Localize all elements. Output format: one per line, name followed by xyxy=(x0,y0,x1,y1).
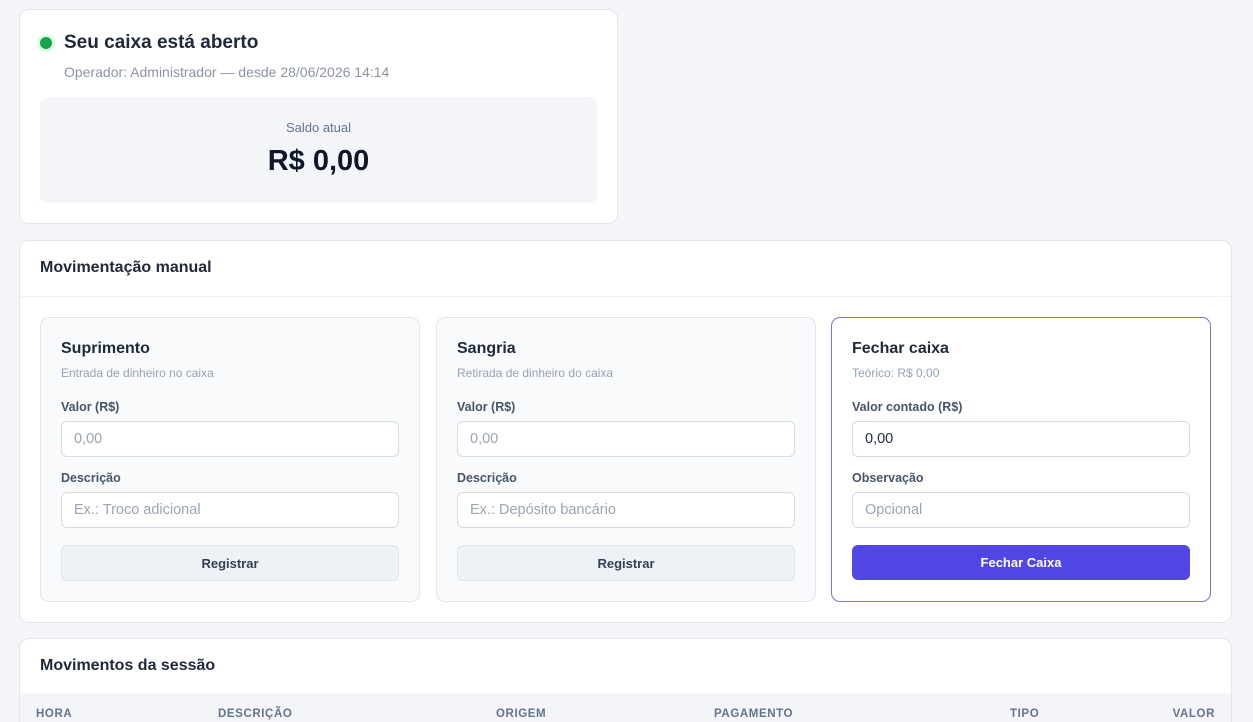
cash-status-subtitle: Operador: Administrador — desde 28/06/20… xyxy=(64,64,390,80)
observation-label: Observação xyxy=(852,471,924,485)
close-cash-button[interactable]: Fechar Caixa xyxy=(852,545,1190,580)
suprimento-description-label: Descrição xyxy=(61,471,121,485)
manual-movement-header: Movimentação manual xyxy=(20,241,1231,297)
observation-input[interactable] xyxy=(852,492,1190,528)
column-header-valor[interactable]: VALOR xyxy=(1173,708,1215,720)
suprimento-value-input[interactable] xyxy=(61,421,399,457)
theoretical-balance: Teórico: R$ 0,00 xyxy=(852,366,940,380)
balance-value: R$ 0,00 xyxy=(267,145,370,177)
suprimento-panel: Suprimento Entrada de dinheiro no caixa … xyxy=(40,317,420,602)
manual-movement-title: Movimentação manual xyxy=(40,259,212,276)
sangria-title: Sangria xyxy=(457,340,516,357)
sangria-description-input[interactable] xyxy=(457,492,795,528)
movements-table-header: HORA DESCRIÇÃO ORIGEM PAGAMENTO TIPO VAL… xyxy=(20,693,1231,722)
suprimento-description-input[interactable] xyxy=(61,492,399,528)
session-movements-title: Movimentos da sessão xyxy=(40,657,216,674)
counted-value-input[interactable] xyxy=(852,421,1190,457)
column-header-tipo[interactable]: TIPO xyxy=(1010,708,1039,720)
manual-movement-card: Movimentação manual Suprimento Entrada d… xyxy=(19,240,1232,623)
session-movements-card: Movimentos da sessão HORA DESCRIÇÃO ORIG… xyxy=(19,638,1232,722)
suprimento-value-label: Valor (R$) xyxy=(61,400,120,414)
sangria-description-label: Descrição xyxy=(457,471,517,485)
close-cash-panel: Fechar caixa Teórico: R$ 0,00 Valor cont… xyxy=(831,317,1211,602)
suprimento-subtitle: Entrada de dinheiro no caixa xyxy=(61,366,214,380)
sangria-value-label: Valor (R$) xyxy=(457,400,516,414)
counted-value-label: Valor contado (R$) xyxy=(852,400,963,414)
sangria-subtitle: Retirada de dinheiro do caixa xyxy=(457,366,614,380)
sangria-register-button[interactable]: Registrar xyxy=(457,545,795,581)
column-header-pagamento[interactable]: PAGAMENTO xyxy=(714,708,793,720)
suprimento-title: Suprimento xyxy=(61,340,150,357)
open-status-indicator xyxy=(40,37,52,49)
cash-status-title: Seu caixa está aberto xyxy=(64,32,259,53)
column-header-hora[interactable]: HORA xyxy=(36,708,72,720)
balance-label: Saldo atual xyxy=(285,120,352,135)
column-header-origem[interactable]: ORIGEM xyxy=(496,708,546,720)
sangria-value-input[interactable] xyxy=(457,421,795,457)
cash-status-card: Seu caixa está aberto Operador: Administ… xyxy=(19,9,618,224)
column-header-descricao[interactable]: DESCRIÇÃO xyxy=(218,708,292,720)
suprimento-register-button[interactable]: Registrar xyxy=(61,545,399,581)
close-cash-title: Fechar caixa xyxy=(852,340,949,357)
sangria-panel: Sangria Retirada de dinheiro do caixa Va… xyxy=(436,317,816,602)
balance-box: Saldo atual R$ 0,00 xyxy=(40,97,597,203)
